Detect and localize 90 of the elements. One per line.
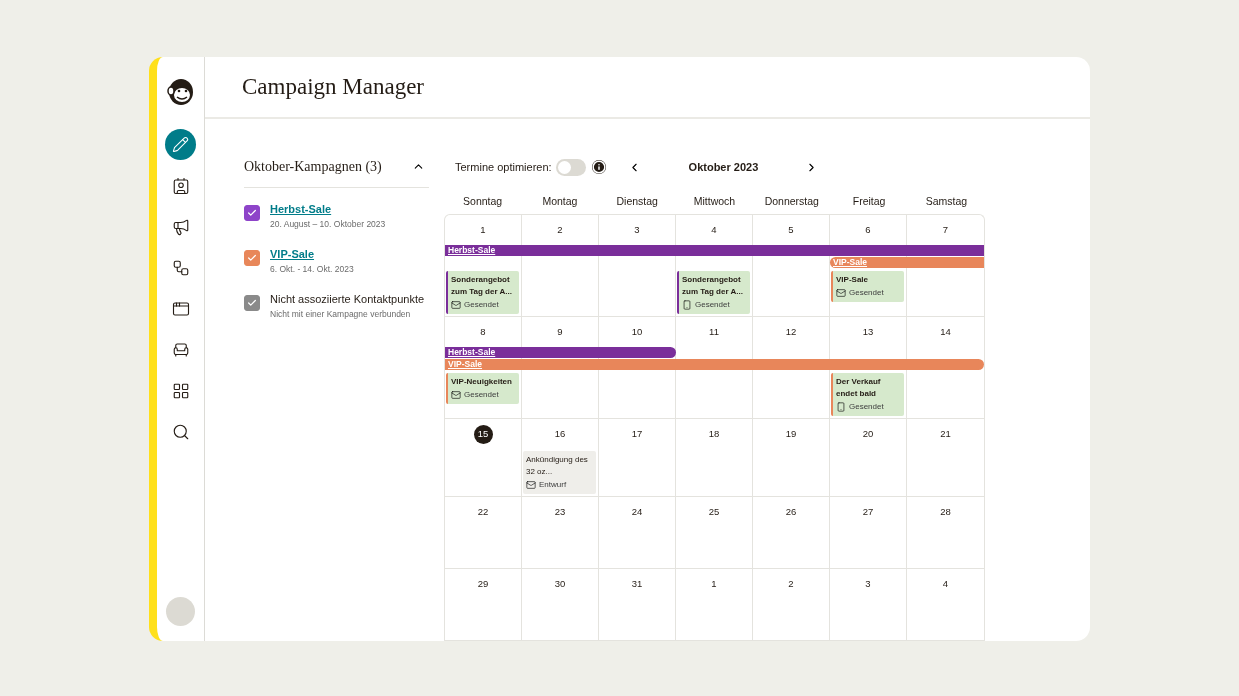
day-number: 15 xyxy=(473,424,493,444)
campaign-link[interactable]: VIP-Sale xyxy=(270,244,354,263)
event-title: VIP-Sale xyxy=(836,273,869,286)
event-card[interactable]: Sonderangebot zum Tag der A... Gesendet xyxy=(677,270,750,314)
day-number: 2 xyxy=(557,223,563,238)
day-number: 27 xyxy=(862,505,874,520)
checkbox[interactable] xyxy=(244,294,260,311)
weekday-header: Donnerstag xyxy=(763,194,820,209)
day-number: 29 xyxy=(477,577,489,592)
event-status: Gesendet xyxy=(849,286,884,299)
armchair-icon xyxy=(171,340,190,359)
day-number: 30 xyxy=(554,577,566,592)
campaign-bar-segment[interactable] xyxy=(907,244,984,256)
day-number: 4 xyxy=(942,577,949,592)
day-number: 28 xyxy=(940,505,951,520)
day-number: 18 xyxy=(708,427,720,442)
day-number: 3 xyxy=(865,577,871,592)
day-number: 22 xyxy=(477,505,489,520)
event-title: Sonderangebot zum Tag der A... xyxy=(451,273,513,298)
day-number: 20 xyxy=(862,427,874,442)
event-status: Entwurf xyxy=(539,478,567,491)
campaign-dates: 20. August – 10. Oktober 2023 xyxy=(270,218,386,231)
campaign-dates: Nicht mit einer Kampagne verbunden xyxy=(270,307,412,321)
day-number: 10 xyxy=(631,325,643,340)
day-number: 23 xyxy=(554,505,566,520)
optimize-label: Termine optimieren: xyxy=(455,159,552,175)
day-number: 5 xyxy=(788,223,794,238)
event-card[interactable]: Sonderangebot zum Tag der A... Gesendet xyxy=(446,270,519,314)
weekday-header: Freitag xyxy=(851,194,887,209)
weekday-header: Montag xyxy=(541,194,579,209)
checkbox[interactable] xyxy=(244,249,260,266)
event-card[interactable]: Ankündigung des 32 oz... Entwurf xyxy=(523,450,596,494)
day-number: 8 xyxy=(480,325,486,340)
day-number: 14 xyxy=(940,325,951,340)
day-number: 13 xyxy=(862,325,874,340)
weekday-header: Dienstag xyxy=(615,194,659,209)
day-number: 3 xyxy=(634,223,640,238)
event-card[interactable]: Der Verkauf endet bald Gesendet xyxy=(831,372,904,416)
campaign-name: Nicht assoziierte Kontaktpunkte xyxy=(270,291,425,307)
day-number: 24 xyxy=(631,505,643,520)
day-number: 9 xyxy=(557,325,563,340)
day-number: 26 xyxy=(785,505,797,520)
event-status: Gesendet xyxy=(464,388,499,401)
optimize-toggle[interactable] xyxy=(555,158,586,176)
group-title: Oktober-Kampagnen (3) xyxy=(244,158,382,176)
info-icon[interactable] xyxy=(591,160,606,174)
campaign-bar-segment[interactable]: Herbst-Sale xyxy=(445,346,522,358)
day-number: 11 xyxy=(709,325,719,340)
weekday-header: Samstag xyxy=(924,194,969,209)
day-number: 4 xyxy=(711,223,717,238)
event-title: Sonderangebot zum Tag der A... xyxy=(682,273,744,298)
event-title: Der Verkauf endet bald xyxy=(836,375,882,400)
month-title: Oktober 2023 xyxy=(688,159,759,175)
page-title: Campaign Manager xyxy=(242,72,425,101)
grid-icon xyxy=(171,381,190,400)
pencil-icon xyxy=(172,136,189,153)
weekday-header: Mittwoch xyxy=(692,194,737,209)
check-icon xyxy=(247,208,257,218)
event-card[interactable]: VIP-Neuigkeiten Gesendet xyxy=(446,372,519,404)
campaign-bar-segment[interactable] xyxy=(599,346,676,358)
campaign-bar-segment[interactable]: Herbst-Sale xyxy=(445,244,522,256)
campaign-dates: 6. Okt. - 14. Okt. 2023 xyxy=(270,262,354,276)
day-number: 12 xyxy=(785,325,797,340)
check-icon xyxy=(247,252,257,263)
day-number: 25 xyxy=(708,505,720,520)
day-number: 31 xyxy=(631,577,643,592)
event-card[interactable]: VIP-Sale Gesendet xyxy=(831,270,904,302)
day-number: 21 xyxy=(940,427,951,442)
campaign-link[interactable]: Herbst-Sale xyxy=(270,200,386,218)
day-number: 16 xyxy=(554,427,566,442)
checkbox[interactable] xyxy=(244,205,260,221)
event-status: Gesendet xyxy=(695,298,730,311)
event-status: Gesendet xyxy=(464,298,499,311)
day-number: 1 xyxy=(480,223,486,238)
day-number: 19 xyxy=(785,427,797,442)
workflow-icon xyxy=(171,258,190,277)
search-icon xyxy=(171,422,190,441)
window-icon xyxy=(171,299,190,318)
weekday-header: Sonntag xyxy=(462,194,504,209)
day-number: 7 xyxy=(942,223,949,238)
event-title: Ankündigung des 32 oz... xyxy=(526,453,589,478)
megaphone-icon xyxy=(171,217,190,236)
day-number: 17 xyxy=(631,427,643,442)
day-number: 2 xyxy=(788,577,794,592)
event-status: Gesendet xyxy=(849,400,884,413)
day-number: 6 xyxy=(865,223,871,238)
day-number: 1 xyxy=(711,577,717,592)
event-title: VIP-Neuigkeiten xyxy=(451,375,513,388)
contacts-icon xyxy=(171,176,190,195)
check-icon xyxy=(247,297,257,308)
